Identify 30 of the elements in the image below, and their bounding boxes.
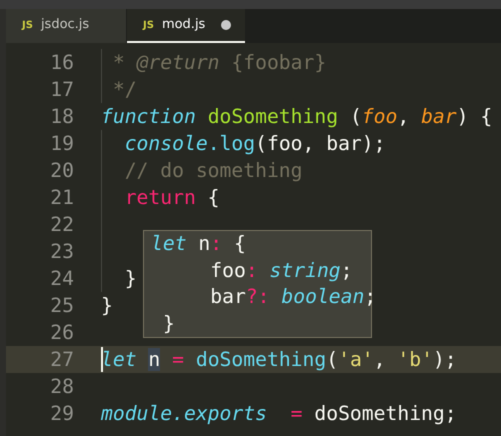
code-line: } (101, 294, 113, 317)
code-line: function doSomething (foo, bar) { (101, 105, 492, 128)
line-number: 29 (49, 401, 74, 427)
tooltip-line: foo: string; (209, 258, 353, 282)
line-number: 25 (49, 293, 74, 319)
code-line: let n = doSomething('a', 'b'); (101, 348, 457, 371)
line-number: 20 (49, 158, 74, 184)
line-number: 19 (49, 131, 74, 157)
code-line: module.exports = doSomething; (101, 402, 457, 425)
code-line: } (124, 267, 137, 290)
line-number: 23 (49, 239, 74, 265)
line-number: 22 (49, 212, 74, 238)
line-number: 27 (49, 347, 74, 373)
editor-tab[interactable]: JS jsdoc.js (6, 9, 126, 43)
line-number: 17 (49, 77, 74, 103)
editor-tab[interactable]: JS mod.js (127, 9, 245, 43)
line-number: 28 (49, 374, 74, 400)
tooltip-line: } (162, 312, 175, 334)
line-number: 21 (49, 185, 74, 211)
code-line: */ (112, 78, 137, 101)
line-number: 26 (49, 320, 74, 346)
code-line: * @return {foobar} (112, 51, 326, 74)
line-number: 16 (49, 50, 74, 76)
line-number: 24 (49, 266, 74, 292)
code-line: return { (124, 186, 220, 209)
tooltip-line: bar?: boolean; (209, 285, 376, 308)
tooltip-line: let n: { (151, 232, 246, 255)
code-line: console.log(foo, bar); (124, 132, 386, 155)
code-line: // do something (124, 159, 302, 182)
line-number: 18 (49, 104, 74, 130)
